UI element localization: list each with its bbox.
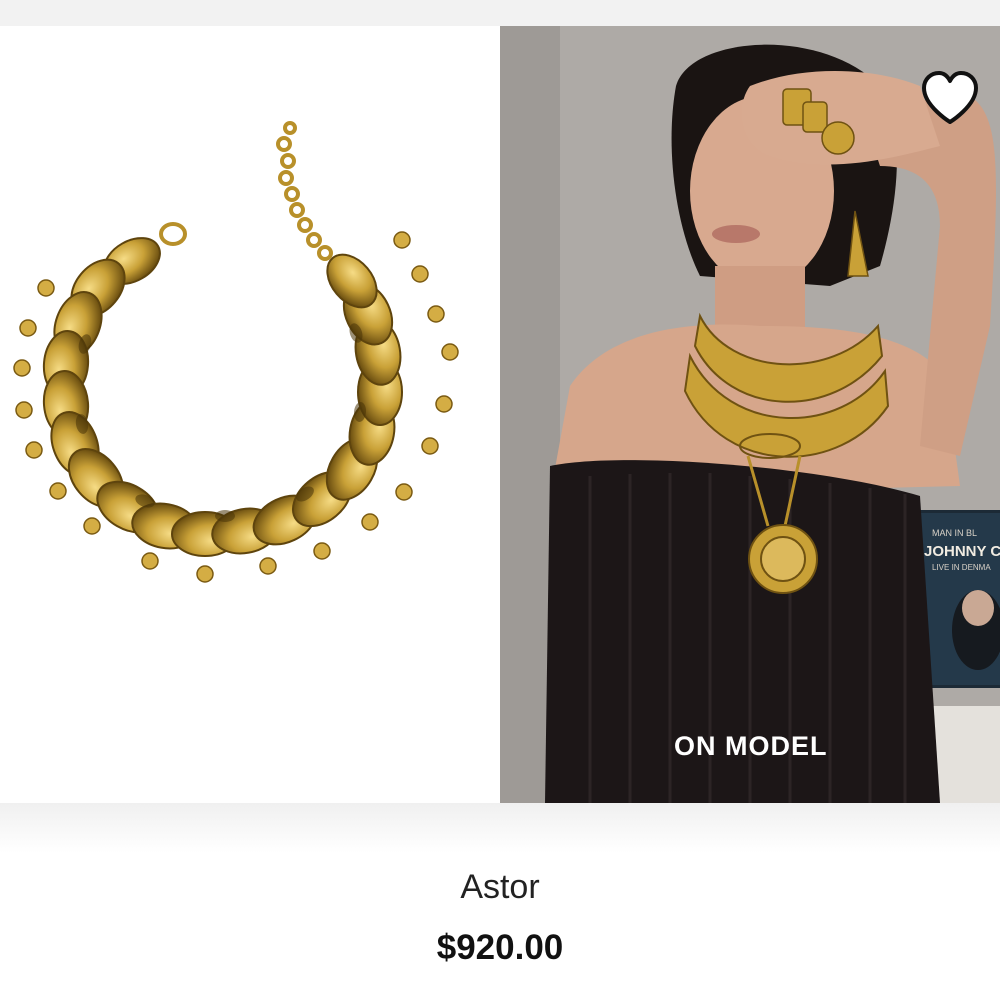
bracelet-links [42,237,403,557]
top-bar [0,0,1000,26]
poster-line-3: LIVE IN DENMA [932,563,991,572]
bracelet-clasp [159,222,187,246]
on-model-photo[interactable]: MAN IN BL JOHNNY CA LIVE IN DENMA [500,26,1000,803]
gallery-bottom-shadow [0,803,1000,853]
bracelet-illustration [13,121,459,583]
heart-icon [922,71,978,124]
model-illustration: MAN IN BL JOHNNY CA LIVE IN DENMA [500,26,1000,803]
poster-line-1: MAN IN BL [932,528,977,538]
bracelet-extender-chain [276,121,333,261]
product-name[interactable]: Astor [0,868,1000,907]
poster-line-2: JOHNNY CA [924,543,1000,560]
product-photo[interactable] [0,26,498,803]
on-model-label: ON MODEL [674,731,828,761]
model-lips [712,225,760,243]
product-image-gallery[interactable]: MAN IN BL JOHNNY CA LIVE IN DENMA [0,26,1000,803]
favorite-button[interactable] [918,66,982,130]
product-price: $920.00 [436,928,564,967]
